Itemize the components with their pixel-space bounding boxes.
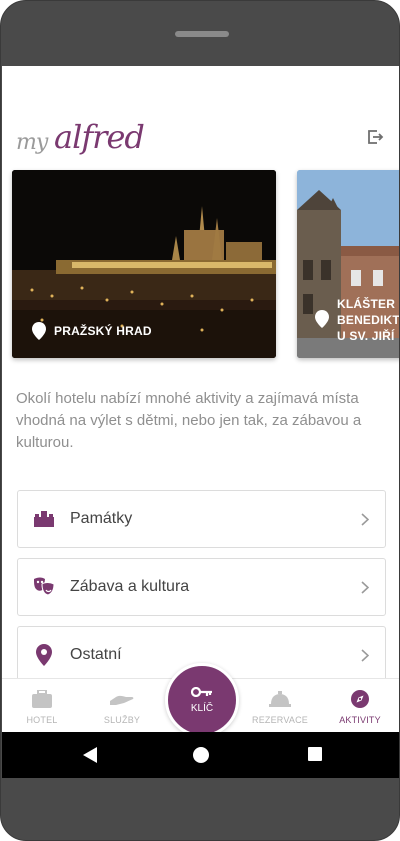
attraction-card-prague-castle[interactable]: PRAŽSKÝ HRAD [12,170,276,358]
category-entertainment[interactable]: Zábava a kultura [17,558,386,616]
category-label: Zábava a kultura [70,578,190,595]
tab-reservations[interactable]: REZERVACE [240,679,320,732]
suitcase-icon [32,690,52,708]
phone-frame: my alfred PRAŽSKÝ HRAD KLÁŠTER BENEDIKT … [0,0,400,841]
nav-home-button[interactable] [192,746,210,769]
tab-services[interactable]: SLUŽBY [82,679,162,732]
chevron-right-icon [361,648,369,662]
phone-speaker [175,31,229,37]
nav-back-button[interactable] [82,746,98,769]
category-label: Památky [70,510,133,527]
compass-icon [351,690,369,708]
tab-hotel[interactable]: HOTEL [2,679,82,732]
logo-my-text: my [16,130,48,155]
tab-label: REZERVACE [252,715,308,725]
key-button[interactable]: KLÍČ [165,663,239,732]
app-logo: my alfred [16,114,146,162]
tab-activities[interactable]: AKTIVITY [320,679,399,732]
card-label-prague-castle: PRAŽSKÝ HRAD [32,322,152,340]
logout-icon [368,130,384,144]
key-label: KLÍČ [190,702,214,714]
tab-label: SLUŽBY [103,715,141,725]
logo-alfred-text: alfred [54,118,145,156]
category-label: Ostatní [70,646,122,663]
home-circle-icon [193,747,209,763]
attractions-carousel[interactable]: PRAŽSKÝ HRAD KLÁŠTER BENEDIKT U SV. JIŘÍ [2,170,400,360]
recents-square-icon [308,747,322,761]
monument-icon [34,511,54,527]
system-nav-bar [2,732,399,778]
back-triangle-icon [83,747,97,763]
service-bell-icon [269,691,291,707]
key-icon [191,686,212,697]
card-title: KLÁŠTER BENEDIKTINŮ U SV. JIŘÍ [337,297,400,343]
attraction-card-monastery[interactable]: KLÁŠTER BENEDIKTINŮ U SV. JIŘÍ [297,170,400,358]
nav-recents-button[interactable] [307,746,323,767]
chevron-right-icon [361,512,369,526]
activities-description: Okolí hotelu nabízí mnohé aktivity a zaj… [16,390,362,451]
logout-button[interactable] [364,126,386,148]
chevron-right-icon [361,580,369,594]
category-monuments[interactable]: Památky [17,490,386,548]
map-pin-icon [315,310,329,328]
theater-masks-icon [34,577,55,596]
app-screen: my alfred PRAŽSKÝ HRAD KLÁŠTER BENEDIKT … [2,66,400,732]
map-pin-icon [32,322,46,340]
card-title: PRAŽSKÝ HRAD [54,324,152,338]
card-label-monastery: KLÁŠTER BENEDIKTINŮ U SV. JIŘÍ [315,296,400,344]
tab-label: AKTIVITY [339,715,381,725]
tab-label: HOTEL [26,715,58,725]
map-marker-icon [36,644,52,666]
hand-service-icon [110,695,134,705]
